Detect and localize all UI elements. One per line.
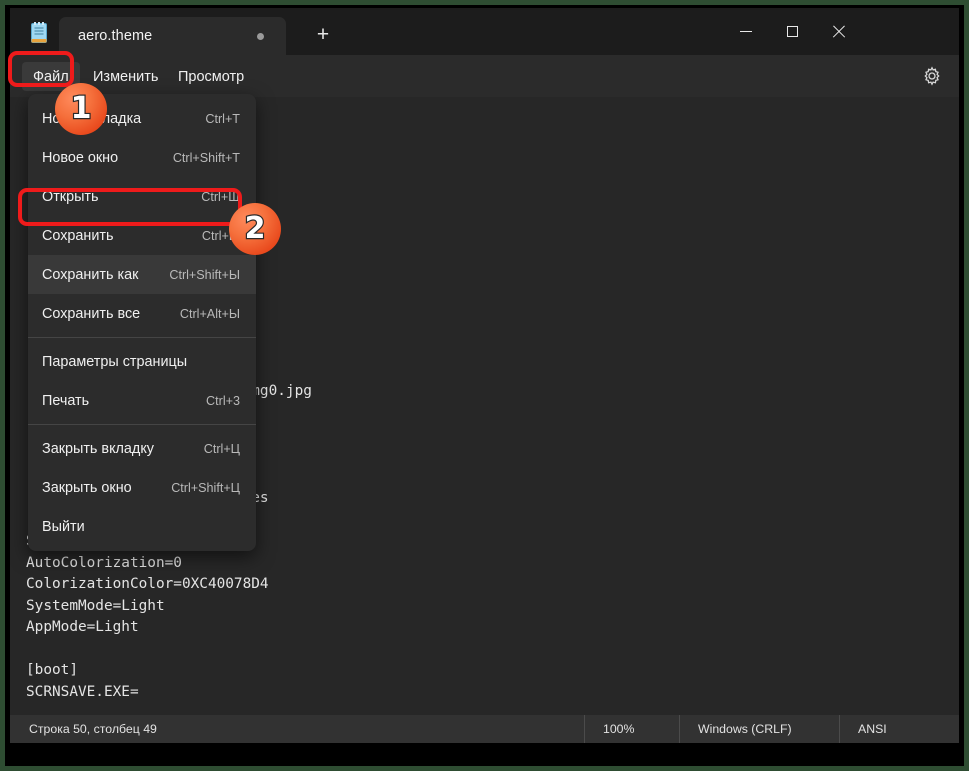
file-menu-item-label: Закрыть окно bbox=[42, 479, 132, 496]
file-menu-item-shortcut: Ctrl+Shift+Ы bbox=[169, 267, 240, 282]
file-menu-item[interactable]: Сохранить как Ctrl+Shift+Ы bbox=[28, 255, 256, 294]
tab-modified-dot bbox=[257, 33, 264, 40]
editor-line: SCRNSAVE.EXE= bbox=[26, 683, 139, 700]
editor-line: AutoColorization=0 bbox=[26, 554, 182, 571]
editor-line: ColorizationColor=0XC40078D4 bbox=[26, 576, 269, 592]
file-menu-item[interactable]: Сохранить все Ctrl+Alt+Ы bbox=[28, 294, 256, 333]
file-menu-item-label: Сохранить bbox=[42, 227, 114, 244]
file-menu-item[interactable]: Закрыть окно Ctrl+Shift+Ц bbox=[28, 468, 256, 507]
file-menu-item[interactable]: Открыть Ctrl+Щ bbox=[28, 177, 256, 216]
tab-aero-theme[interactable]: aero.theme bbox=[59, 17, 286, 55]
screenshot-root: aero.theme + Файл Изменить Просмотр Auto… bbox=[0, 0, 969, 771]
file-menu-item[interactable]: Выйти bbox=[28, 507, 256, 546]
file-menu-item-shortcut: Ctrl+Ц bbox=[203, 441, 240, 456]
status-encoding[interactable]: ANSI bbox=[839, 715, 959, 743]
minimize-button[interactable] bbox=[723, 8, 769, 55]
notepad-icon bbox=[29, 22, 49, 44]
step-badge-2-label: 2 bbox=[243, 211, 266, 246]
file-menu-item-label: Печать bbox=[42, 392, 90, 409]
file-menu-item-label: Закрыть вкладку bbox=[42, 440, 154, 457]
file-menu-item-shortcut: Ctrl+Щ bbox=[201, 189, 240, 204]
file-menu-item[interactable]: Новое окно Ctrl+Shift+T bbox=[28, 138, 256, 177]
minimize-icon bbox=[740, 31, 752, 32]
file-menu-item[interactable]: Печать Ctrl+3 bbox=[28, 381, 256, 420]
file-menu-item[interactable]: Сохранить Ctrl+Ы bbox=[28, 216, 256, 255]
step-badge-2: 2 bbox=[229, 203, 281, 255]
file-menu-item-shortcut: Ctrl+Shift+T bbox=[172, 150, 240, 165]
close-icon bbox=[832, 25, 845, 38]
tab-title: aero.theme bbox=[78, 28, 153, 44]
new-tab-button[interactable]: + bbox=[310, 24, 336, 48]
file-menu-item-shortcut: Ctrl+T bbox=[205, 111, 240, 126]
status-line-ending[interactable]: Windows (CRLF) bbox=[679, 715, 839, 743]
editor-line: AppMode=Light bbox=[26, 619, 139, 635]
notepad-window: aero.theme + Файл Изменить Просмотр Auto… bbox=[10, 8, 959, 763]
file-menu-item-label: Открыть bbox=[42, 188, 99, 205]
file-menu-item-label: Новое окно bbox=[42, 149, 119, 166]
title-bar: aero.theme + bbox=[10, 8, 959, 55]
window-bottom-edge bbox=[10, 743, 959, 763]
file-menu-item[interactable]: Закрыть вкладку Ctrl+Ц bbox=[28, 429, 256, 468]
close-button[interactable] bbox=[815, 8, 861, 55]
status-cursor-position: Строка 50, столбец 49 bbox=[29, 722, 157, 736]
step-badge-1: 1 bbox=[55, 83, 107, 135]
gear-icon[interactable] bbox=[922, 66, 942, 86]
file-menu-separator bbox=[28, 337, 256, 338]
file-menu-dropdown: Новая вкладкаCtrl+TНовое окноCtrl+Shift+… bbox=[28, 94, 256, 551]
step-badge-1-label: 1 bbox=[69, 91, 92, 126]
editor-line: SystemMode=Light bbox=[26, 597, 165, 614]
status-zoom-level[interactable]: 100% bbox=[584, 715, 679, 743]
file-menu-item-label: Сохранить все bbox=[42, 305, 141, 322]
menubar-item-view[interactable]: Просмотр bbox=[167, 62, 255, 91]
file-menu-item-label: Выйти bbox=[42, 518, 85, 535]
status-bar: Строка 50, столбец 49 100% Windows (CRLF… bbox=[10, 715, 959, 743]
file-menu-separator bbox=[28, 424, 256, 425]
editor-line: [boot] bbox=[26, 662, 78, 678]
file-menu-item-label: Сохранить как bbox=[42, 266, 139, 283]
file-menu-item-shortcut: Ctrl+Shift+Ц bbox=[171, 480, 240, 495]
file-menu-item-label: Параметры страницы bbox=[42, 353, 188, 370]
maximize-icon bbox=[786, 26, 798, 37]
maximize-button[interactable] bbox=[769, 8, 815, 55]
file-menu-item-shortcut: Ctrl+Alt+Ы bbox=[179, 306, 240, 321]
file-menu-item[interactable]: Параметры страницы bbox=[28, 342, 256, 381]
menu-bar: Файл Изменить Просмотр bbox=[10, 55, 959, 97]
file-menu-item-shortcut: Ctrl+3 bbox=[206, 393, 240, 408]
